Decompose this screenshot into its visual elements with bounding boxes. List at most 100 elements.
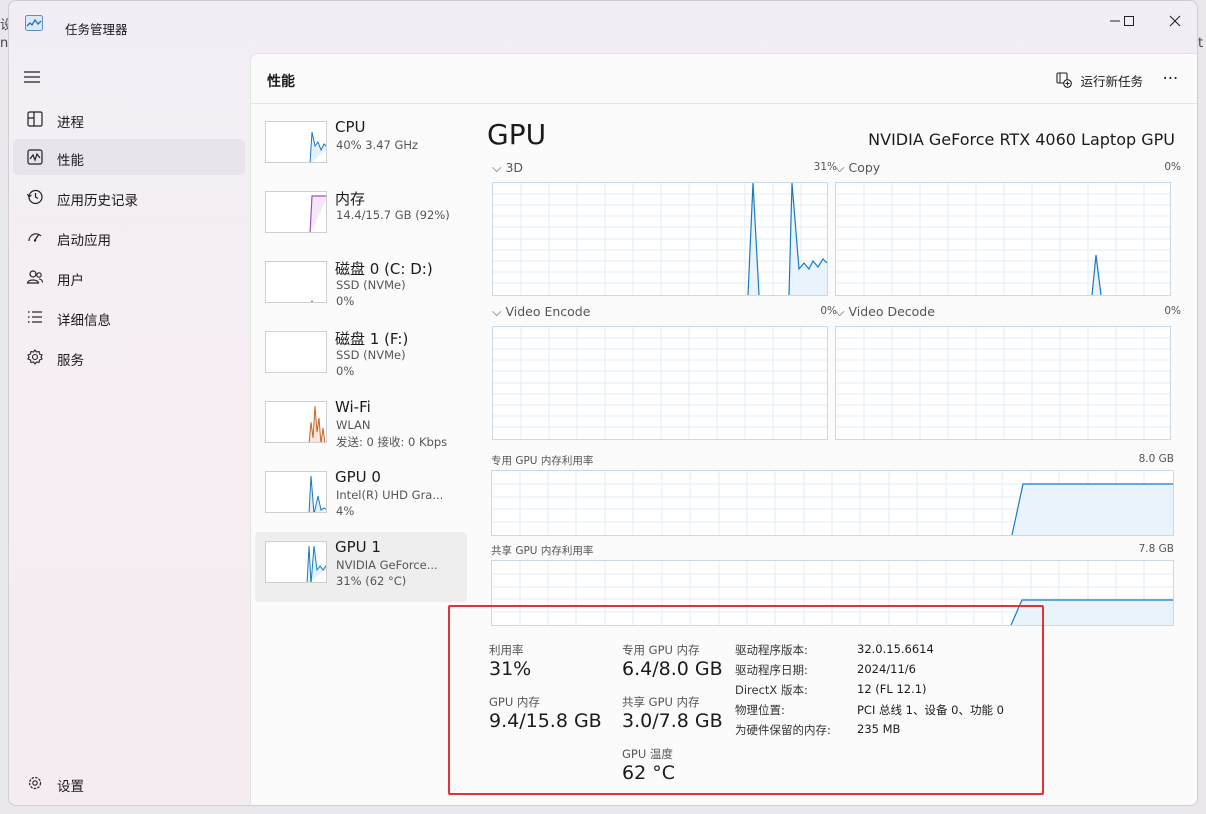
sidebar-item-label: 服务 [57,353,84,369]
performance-icon [27,149,43,165]
engine-percent: 0% [1164,305,1181,317]
settings-label: 设置 [57,779,84,795]
sidebar-item-performance[interactable]: 性能 [13,139,245,175]
gpu-temperature-value: 62 °C [622,762,675,784]
sidebar-item-label: 进程 [57,115,84,131]
chevron-down-icon: ⌵ [492,160,502,175]
gpu0-thumbnail-graph [265,471,327,513]
content-header: 性能 运行新任务 ⋯ [251,54,1197,104]
disk1-thumbnail-graph [265,331,327,373]
device-name: GPU 0 [335,468,381,486]
device-name: 磁盘 0 (C: D:) [335,260,433,278]
shared-memory-label: 共享 GPU 内存利用率 [491,545,594,557]
gpu1-thumbnail-graph [265,541,327,583]
device-item-gpu-1[interactable]: GPU 1 NVIDIA GeForce... 31% (62 °C) [255,532,467,602]
close-button[interactable] [1157,7,1193,35]
sidebar-item-app-history[interactable]: 应用历史记录 [13,179,245,215]
physical-location-value: PCI 总线 1、设备 0、功能 0 [857,703,1004,717]
dedicated-memory-graph [491,470,1174,536]
device-item-gpu-0[interactable]: GPU 0 Intel(R) UHD Gra... 4% [255,462,467,532]
sidebar-item-settings[interactable]: 设置 [13,765,245,801]
device-item-cpu[interactable]: CPU 40% 3.47 GHz [255,112,467,182]
device-detail: 14.4/15.7 GB (92%) [336,208,450,222]
hamburger-icon [24,71,40,83]
chevron-down-icon: ⌵ [492,304,502,319]
engine-label: 3D [505,160,524,175]
window-title: 任务管理器 [65,22,128,37]
directx-version-value: 12 (FL 12.1) [857,682,927,696]
title-bar[interactable]: 任务管理器 [9,1,1197,51]
sidebar-item-services[interactable]: 服务 [13,339,245,375]
app-history-icon [27,189,43,205]
task-manager-window: 任务管理器 进程 性能 应用历史记录 启动应用 用户 详细信息 服务 设置 性能… [8,0,1198,806]
startup-apps-icon [28,233,42,242]
sidebar-item-label: 性能 [57,153,84,169]
engine-graph-3d [492,182,828,296]
dedicated-memory-max: 8.0 GB [1138,453,1174,465]
chevron-down-icon: ⌵ [835,160,845,175]
driver-version-key: 驱动程序版本: [735,643,808,657]
directx-version-key: DirectX 版本: [735,683,808,697]
gpu-memory-value: 9.4/15.8 GB [489,710,602,732]
shared-memory-stat-label: 共享 GPU 内存 [622,695,700,709]
device-item-memory[interactable]: 内存 14.4/15.7 GB (92%) [255,182,467,252]
processes-icon [27,111,43,127]
maximize-button[interactable] [1111,7,1147,35]
dedicated-memory-stat-label: 专用 GPU 内存 [622,643,700,657]
memory-thumbnail-graph [265,191,327,233]
driver-date-key: 驱动程序日期: [735,663,808,677]
device-item-disk-1[interactable]: 磁盘 1 (F:) SSD (NVMe) 0% [255,322,467,392]
engine-selector-3d[interactable]: ⌵ 3D [492,160,523,176]
device-usage: 发送: 0 接收: 0 Kbps [336,435,448,449]
gpu-model-name: NVIDIA GeForce RTX 4060 Laptop GPU [868,130,1175,149]
sidebar: 进程 性能 应用历史记录 启动应用 用户 详细信息 服务 设置 [9,51,249,805]
sidebar-item-processes[interactable]: 进程 [13,101,245,137]
device-name: 内存 [335,190,366,208]
utilization-label: 利用率 [489,643,524,657]
more-options-button[interactable]: ⋯ [1159,68,1183,92]
engine-label: Video Encode [505,304,591,319]
gear-icon [28,776,42,790]
sidebar-item-users[interactable]: 用户 [13,259,245,295]
hardware-reserved-memory-value: 235 MB [857,722,901,736]
driver-date-value: 2024/11/6 [857,662,916,676]
engine-percent: 31% [813,161,837,173]
sidebar-item-label: 启动应用 [57,233,111,249]
dedicated-memory-stat-value: 6.4/8.0 GB [622,658,723,680]
grid [493,183,827,295]
cpu-thumbnail-graph [265,121,327,163]
engine-graph-copy [835,182,1171,296]
hamburger-menu-button[interactable] [23,69,43,85]
dedicated-memory-label: 专用 GPU 内存利用率 [491,455,594,467]
wifi-thumbnail-graph [265,401,327,443]
device-name: Wi-Fi [335,398,371,416]
device-usage: 4% [336,504,355,518]
physical-location-key: 物理位置: [735,703,785,717]
device-detail: Intel(R) UHD Gra... [336,488,444,502]
sidebar-item-label: 应用历史记录 [57,193,138,209]
sidebar-item-startup-apps[interactable]: 启动应用 [13,219,245,255]
page-title: 性能 [267,74,295,90]
new-task-icon [1056,72,1073,88]
device-item-disk-0[interactable]: 磁盘 0 (C: D:) SSD (NVMe) 0% [255,252,467,322]
engine-selector-video-encode[interactable]: ⌵ Video Encode [492,304,590,320]
engine-graph-video-decode [835,326,1171,440]
task-manager-app-icon [25,15,43,31]
chevron-down-icon: ⌵ [835,304,845,319]
engine-percent: 0% [1164,161,1181,173]
device-item-wifi[interactable]: Wi-Fi WLAN 发送: 0 接收: 0 Kbps [255,392,467,462]
engine-selector-copy[interactable]: ⌵ Copy [835,160,880,176]
background-text: t [1198,36,1204,51]
run-new-task-label: 运行新任务 [1080,73,1143,89]
engine-percent: 0% [820,305,837,317]
shared-memory-max: 7.8 GB [1138,543,1174,555]
gpu-title: GPU [487,118,547,151]
utilization-value: 31% [489,658,532,680]
details-icon [28,311,42,323]
device-name: CPU [335,118,366,136]
engine-selector-video-decode[interactable]: ⌵ Video Decode [835,304,935,320]
sidebar-item-details[interactable]: 详细信息 [13,299,245,335]
users-icon [26,270,44,284]
device-detail: SSD (NVMe) [336,278,406,292]
run-new-task-button[interactable]: 运行新任务 [1056,69,1143,91]
